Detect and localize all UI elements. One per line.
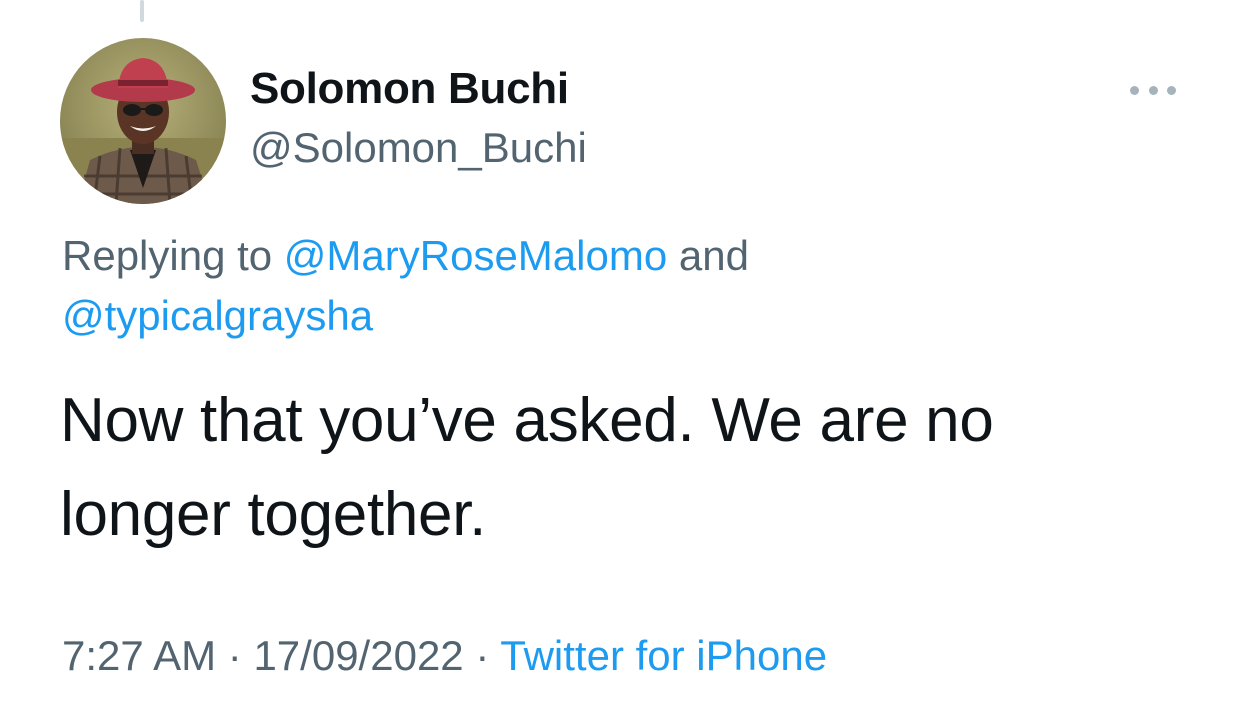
- meta-separator: ·: [227, 632, 242, 679]
- reply-context: Replying to @MaryRoseMalomo and @typicalg…: [62, 226, 1162, 346]
- author-handle[interactable]: @Solomon_Buchi: [250, 124, 587, 172]
- tweet-metadata: 7:27 AM · 17/09/2022 · Twitter for iPhon…: [62, 632, 827, 680]
- tweet-text: Now that you’ve asked. We are no longer …: [60, 386, 994, 549]
- avatar[interactable]: [60, 38, 226, 204]
- meta-separator: ·: [475, 632, 490, 679]
- mention-link[interactable]: @MaryRoseMalomo: [284, 232, 667, 279]
- tweet-time[interactable]: 7:27 AM: [62, 632, 216, 679]
- tweet-source-link[interactable]: Twitter for iPhone: [500, 632, 827, 679]
- mention-link[interactable]: @typicalgraysha: [62, 292, 373, 339]
- replying-to-label: Replying to: [62, 232, 273, 279]
- reply-conjunction: and: [678, 232, 749, 279]
- author-display-name[interactable]: Solomon Buchi: [250, 64, 569, 114]
- thread-connector-line: [140, 0, 144, 22]
- more-horizontal-icon: [1130, 85, 1139, 95]
- more-options-button[interactable]: [1128, 76, 1178, 104]
- tweet-date[interactable]: 17/09/2022: [253, 632, 463, 679]
- avatar-image: [60, 38, 226, 204]
